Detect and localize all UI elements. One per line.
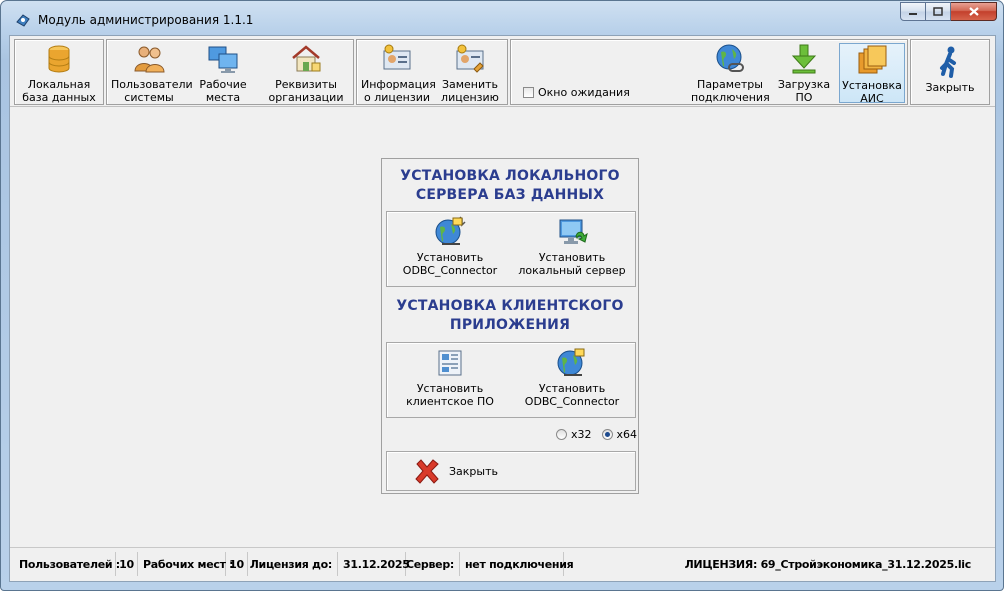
workplaces-button[interactable]: Рабочие места (191, 43, 255, 104)
toolbar-group-license: Информация о лицензии Заменить лицензию (356, 39, 508, 105)
install-local-server-button[interactable]: Установить локальный сервер (517, 216, 627, 277)
users-icon (134, 46, 165, 73)
globe-link-icon (716, 44, 744, 72)
status-license-file: ЛИЦЕНЗИЯ: 69_Стройэкономика_31.12.2025.l… (684, 557, 972, 571)
install-ais-button[interactable]: Установка АИС (839, 43, 905, 105)
house-icon (292, 45, 321, 72)
replace-license-label: Заменить лицензию (441, 78, 499, 104)
server-section-title: УСТАНОВКА ЛОКАЛЬНОГО СЕРВЕРА БАЗ ДАННЫХ (400, 168, 620, 203)
status-license-label: Лицензия до: (248, 552, 338, 576)
title-bar[interactable]: Модуль администрирования 1.1.1 (1, 1, 1003, 35)
app-window: Модуль администрирования 1.1.1 Локальная… (0, 0, 1004, 591)
install-client-button[interactable]: Установить клиентское ПО (397, 347, 503, 408)
status-license-value: 31.12.2025 (338, 552, 410, 576)
users-button[interactable]: Пользователи системы (111, 43, 193, 104)
globe-install-icon (435, 216, 466, 245)
status-workplaces-label: Рабочих мест : (138, 552, 234, 576)
server-install-box: Установить ODBC_Connector Установить лок… (386, 211, 636, 287)
install-local-server-label: Установить локальный сервер (518, 251, 626, 277)
database-icon (48, 45, 70, 73)
install-panel: УСТАНОВКА ЛОКАЛЬНОГО СЕРВЕРА БАЗ ДАННЫХ … (381, 158, 639, 494)
install-odbc-client-button[interactable]: Установить ODBC_Connector (517, 347, 627, 408)
install-odbc-button[interactable]: Установить ODBC_Connector (397, 216, 503, 277)
wait-window-checkbox-box[interactable] (523, 87, 534, 98)
close-icon (968, 7, 979, 16)
connection-params-button[interactable]: Параметры подключения (691, 43, 770, 104)
toolbar-group-org: Пользователи системы Рабочие места Рекви… (106, 39, 354, 105)
download-software-button[interactable]: Загрузка ПО (773, 43, 835, 104)
download-software-label: Загрузка ПО (777, 78, 831, 104)
client-section-title: УСТАНОВКА КЛИЕНТСКОГО ПРИЛОЖЕНИЯ (396, 298, 624, 333)
red-x-icon (415, 459, 439, 484)
maximize-button[interactable] (926, 2, 951, 21)
status-users-value: 10 (116, 552, 138, 576)
monitor-install-icon (559, 219, 588, 244)
computers-icon (208, 46, 238, 73)
toolbar: Локальная база данных Пользователи систе… (10, 36, 995, 107)
workplaces-label: Рабочие места (199, 78, 247, 104)
license-info-label: Информация о лицензии (361, 78, 436, 104)
status-users-label: Пользователей : (14, 552, 120, 576)
globe-install-icon (557, 348, 585, 376)
license-info-button[interactable]: Информация о лицензии (361, 43, 436, 104)
x32-label: x32 (571, 428, 592, 441)
status-server-label: Сервер: (406, 552, 460, 576)
toolbar-group-db: Локальная база данных (14, 39, 104, 105)
wait-window-label: Окно ожидания (538, 86, 630, 99)
status-server-value: нет подключения (460, 552, 574, 576)
install-client-label: Установить клиентское ПО (406, 382, 494, 408)
minimize-button[interactable] (900, 2, 926, 21)
toolbar-close-button[interactable]: Закрыть (915, 46, 985, 106)
replace-license-button[interactable]: Заменить лицензию (437, 43, 503, 104)
client-area: Локальная база данных Пользователи систе… (9, 35, 996, 582)
architecture-selector: x32 x64 (556, 428, 637, 441)
local-db-button[interactable]: Локальная база данных (17, 43, 101, 104)
install-odbc-client-label: Установить ODBC_Connector (524, 382, 620, 408)
x64-radio[interactable] (601, 429, 613, 440)
folders-icon (858, 45, 887, 74)
replace-license-icon (456, 44, 484, 73)
panel-close-label: Закрыть (449, 465, 498, 478)
install-odbc-label: Установить ODBC_Connector (402, 251, 498, 277)
license-card-icon (383, 44, 411, 70)
client-install-box: Установить клиентское ПО Установить ODBC… (386, 342, 636, 418)
connection-params-label: Параметры подключения (691, 78, 770, 104)
users-label: Пользователи системы (111, 78, 193, 104)
window-title: Модуль администрирования 1.1.1 (38, 13, 254, 27)
toolbar-close-label: Закрыть (925, 81, 975, 94)
walking-man-icon (940, 46, 956, 78)
x64-label: x64 (616, 428, 638, 441)
app-icon (16, 14, 30, 27)
window-close-button[interactable] (951, 2, 997, 21)
org-details-button[interactable]: Реквизиты организации (263, 43, 349, 104)
toolbar-group-close: Закрыть (910, 39, 990, 105)
status-bar: Пользователей : 10 Рабочих мест : 10 Лиц… (10, 547, 995, 580)
status-workplaces-value: 10 (226, 552, 248, 576)
x32-radio[interactable] (556, 429, 567, 440)
maximize-icon (933, 7, 943, 16)
toolbar-group-setup: Окно ожидания Параметры подключения Загр… (510, 39, 908, 105)
wait-window-checkbox[interactable]: Окно ожидания (523, 86, 630, 99)
application-window-icon (438, 350, 462, 376)
panel-close-button[interactable]: Закрыть (386, 451, 636, 491)
local-db-label: Локальная база данных (22, 78, 96, 104)
install-ais-label: Установка АИС (842, 79, 902, 105)
org-details-label: Реквизиты организации (268, 78, 344, 104)
minimize-icon (909, 12, 917, 15)
download-arrow-icon (791, 44, 817, 74)
